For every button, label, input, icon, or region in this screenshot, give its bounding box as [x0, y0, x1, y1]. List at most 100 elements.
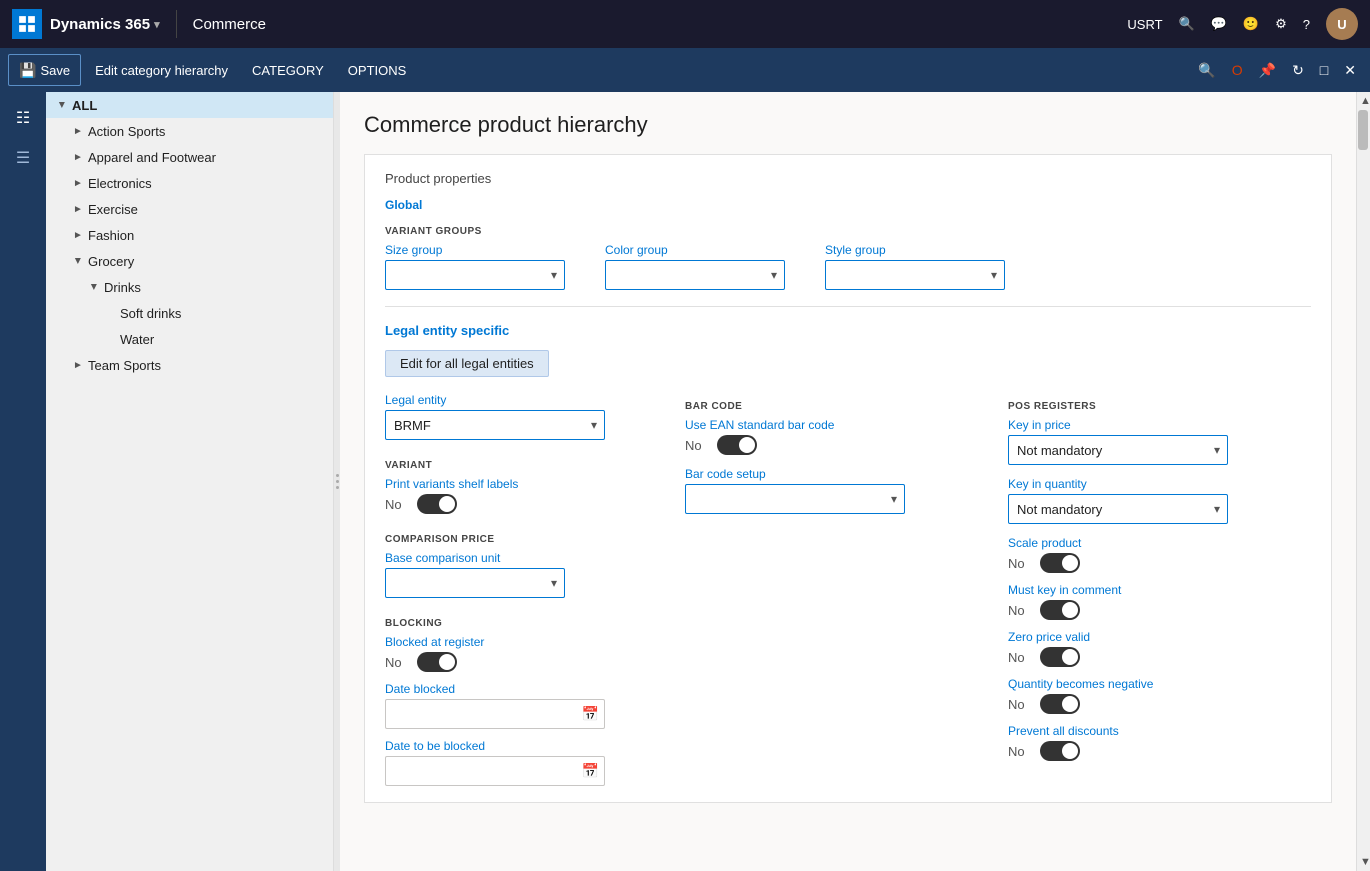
scale-product-toggle[interactable]	[1040, 553, 1080, 573]
chevron-apparel: ►	[70, 149, 86, 165]
chevron-action-sports: ►	[70, 123, 86, 139]
legal-entity-select[interactable]: BRMF	[385, 410, 605, 440]
sidebar-item-exercise[interactable]: ► Exercise	[46, 196, 333, 222]
edit-all-legal-entities-button[interactable]: Edit for all legal entities	[385, 350, 549, 377]
cmd-search-icon[interactable]: 🔍	[1192, 58, 1221, 83]
help-icon[interactable]: ?	[1303, 17, 1310, 32]
col1-fields: Legal entity BRMF VARIANT Print variants…	[385, 393, 665, 786]
color-group-field: Color group	[605, 243, 785, 290]
base-comparison-select[interactable]	[385, 568, 565, 598]
options-button[interactable]: OPTIONS	[338, 54, 417, 86]
rail-list-icon[interactable]: ☰	[5, 140, 41, 176]
scroll-down-btn[interactable]: ▼	[1357, 853, 1370, 871]
print-variants-no-label: No	[385, 497, 409, 512]
date-blocked-input[interactable]	[385, 699, 605, 729]
variant-section: VARIANT Print variants shelf labels No	[385, 452, 665, 514]
sidebar-item-grocery[interactable]: ► Grocery	[46, 248, 333, 274]
sidebar-item-all[interactable]: ► ALL	[46, 92, 333, 118]
key-in-quantity-select[interactable]: Not mandatory Mandatory Not allowed	[1008, 494, 1228, 524]
sidebar-label-exercise: Exercise	[88, 202, 138, 217]
expand-icon[interactable]: □	[1314, 58, 1334, 82]
prevent-all-discounts-no-label: No	[1008, 744, 1032, 759]
must-key-in-comment-toggle-row: No	[1008, 600, 1311, 620]
blocked-at-register-toggle[interactable]	[417, 652, 457, 672]
sidebar-item-team-sports[interactable]: ► Team Sports	[46, 352, 333, 378]
must-key-in-comment-toggle[interactable]	[1040, 600, 1080, 620]
chevron-grocery: ►	[70, 253, 86, 269]
style-group-select-wrapper	[825, 260, 1005, 290]
edit-category-button[interactable]: Edit category hierarchy	[85, 54, 238, 86]
use-ean-toggle-row: No	[685, 435, 988, 455]
variant-groups-fields: Size group Color group	[385, 243, 1311, 290]
blocked-at-register-toggle-row: No	[385, 652, 665, 672]
save-button[interactable]: 💾 Save	[8, 54, 81, 86]
face-icon[interactable]: 🙂	[1243, 16, 1259, 32]
chat-icon[interactable]: 💬	[1211, 16, 1227, 32]
use-ean-toggle[interactable]	[717, 435, 757, 455]
key-in-price-select-wrapper: Not mandatory Mandatory Not allowed	[1008, 435, 1228, 465]
print-variants-label: Print variants shelf labels	[385, 477, 665, 491]
office-icon[interactable]: O	[1226, 58, 1249, 82]
zero-price-valid-no-label: No	[1008, 650, 1032, 665]
key-in-price-select[interactable]: Not mandatory Mandatory Not allowed	[1008, 435, 1228, 465]
blocking-label: BLOCKING	[385, 618, 665, 629]
apps-button[interactable]	[12, 9, 42, 39]
use-ean-no-label: No	[685, 438, 709, 453]
comparison-price-section: COMPARISON PRICE Base comparison unit	[385, 526, 665, 598]
scroll-thumb[interactable]	[1358, 110, 1368, 150]
quantity-becomes-negative-no-label: No	[1008, 697, 1032, 712]
barcode-setup-field: Bar code setup	[685, 467, 988, 514]
date-blocked-wrapper: 📅	[385, 699, 605, 729]
search-icon[interactable]: 🔍	[1179, 16, 1195, 32]
legal-entity-label: Legal entity	[385, 393, 665, 407]
page-title: Commerce product hierarchy	[364, 112, 1332, 138]
col3-fields: POS REGISTERS Key in price Not mandatory…	[1008, 393, 1311, 786]
col2-fields: BAR CODE Use EAN standard bar code No Ba…	[685, 393, 988, 786]
scroll-up-btn[interactable]: ▲	[1357, 92, 1370, 110]
must-key-in-comment-no-label: No	[1008, 603, 1032, 618]
refresh-icon[interactable]: ↻	[1286, 58, 1310, 83]
legal-entity-grid: Legal entity BRMF VARIANT Print variants…	[385, 393, 1311, 786]
prevent-all-discounts-label: Prevent all discounts	[1008, 724, 1311, 738]
date-to-be-blocked-field: Date to be blocked 📅	[385, 739, 665, 786]
barcode-setup-select[interactable]	[685, 484, 905, 514]
close-icon[interactable]: ✕	[1338, 58, 1362, 83]
prevent-all-discounts-toggle[interactable]	[1040, 741, 1080, 761]
sidebar-label-soft-drinks: Soft drinks	[120, 306, 181, 321]
color-group-select[interactable]	[605, 260, 785, 290]
command-bar: 💾 Save Edit category hierarchy CATEGORY …	[0, 48, 1370, 92]
size-group-select[interactable]	[385, 260, 565, 290]
category-button[interactable]: CATEGORY	[242, 54, 334, 86]
chevron-drinks: ►	[86, 279, 102, 295]
right-scrollbar[interactable]: ▲ ▼	[1356, 92, 1370, 871]
pin-icon[interactable]: 📌	[1253, 58, 1282, 83]
blocked-at-register-label: Blocked at register	[385, 635, 665, 649]
rail-filter-icon[interactable]: ☷	[5, 100, 41, 136]
sidebar-item-fashion[interactable]: ► Fashion	[46, 222, 333, 248]
use-ean-label: Use EAN standard bar code	[685, 418, 988, 432]
print-variants-toggle[interactable]	[417, 494, 457, 514]
sidebar-item-water[interactable]: ► Water	[46, 326, 333, 352]
legal-entity-select-wrapper: BRMF	[385, 410, 605, 440]
quantity-becomes-negative-toggle[interactable]	[1040, 694, 1080, 714]
date-to-be-blocked-input[interactable]	[385, 756, 605, 786]
style-group-select[interactable]	[825, 260, 1005, 290]
key-in-price-field: Key in price Not mandatory Mandatory Not…	[1008, 418, 1311, 465]
section-divider-1	[385, 306, 1311, 307]
title-divider	[176, 10, 177, 38]
zero-price-valid-toggle[interactable]	[1040, 647, 1080, 667]
legal-entity-field: Legal entity BRMF	[385, 393, 665, 440]
app-name: Commerce	[193, 16, 266, 33]
settings-icon[interactable]: ⚙	[1275, 16, 1287, 32]
sidebar-item-action-sports[interactable]: ► Action Sports	[46, 118, 333, 144]
sidebar-item-drinks[interactable]: ► Drinks	[46, 274, 333, 300]
sidebar-item-electronics[interactable]: ► Electronics	[46, 170, 333, 196]
size-group-field: Size group	[385, 243, 565, 290]
app-title[interactable]: Dynamics 365 ▾	[50, 16, 160, 33]
sidebar-item-soft-drinks[interactable]: ► Soft drinks	[46, 300, 333, 326]
sidebar-item-apparel[interactable]: ► Apparel and Footwear	[46, 144, 333, 170]
key-in-quantity-label: Key in quantity	[1008, 477, 1311, 491]
resizer-dots	[336, 474, 339, 489]
avatar[interactable]: U	[1326, 8, 1358, 40]
print-variants-toggle-row: No	[385, 494, 665, 514]
